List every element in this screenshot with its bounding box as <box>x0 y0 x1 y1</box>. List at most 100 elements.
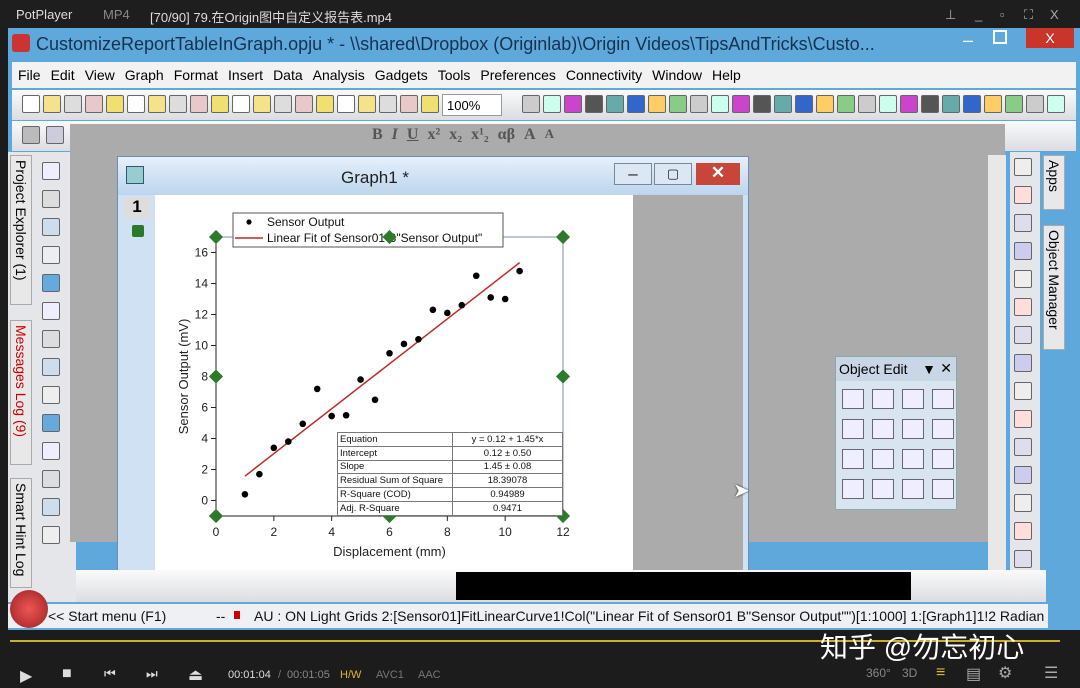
minimize-button[interactable]: – <box>614 163 652 185</box>
toolbar-button-icon[interactable] <box>1014 466 1032 484</box>
italic-button[interactable]: I <box>392 126 398 144</box>
menu-analysis[interactable]: Analysis <box>313 67 365 83</box>
toolbar-button-icon[interactable] <box>648 95 666 113</box>
plot-svg[interactable]: 0 2 4 6 8 10 12 0 2 4 6 8 10 12 14 16 Displacement (mm) S… <box>155 195 633 570</box>
toolbar-button-icon[interactable] <box>211 95 229 113</box>
toolbar-button-icon[interactable] <box>1014 158 1032 176</box>
align-button-icon[interactable] <box>842 389 864 409</box>
bold-button[interactable]: B <box>372 126 383 144</box>
restore-button[interactable]: ▢ <box>654 163 692 185</box>
menu-format[interactable]: Format <box>174 67 218 83</box>
toolbar-button-icon[interactable] <box>963 95 981 113</box>
toolbar-button-icon[interactable] <box>46 126 64 144</box>
decrease-font-button[interactable]: A <box>545 126 554 144</box>
eject-button[interactable]: ⏏ <box>188 665 203 685</box>
toolbar-button-icon[interactable] <box>400 95 418 113</box>
toolbar-button-icon[interactable] <box>564 95 582 113</box>
toolbar-button-icon[interactable] <box>127 95 145 113</box>
360-icon[interactable]: 360° <box>866 666 891 680</box>
align-button-icon[interactable] <box>872 479 894 499</box>
toolbar-button-icon[interactable] <box>1026 95 1044 113</box>
toolbar-button-icon[interactable] <box>148 95 166 113</box>
previous-button[interactable]: ⏮ <box>104 666 116 682</box>
data-point[interactable] <box>256 470 263 478</box>
toolbar-button-icon[interactable] <box>1014 410 1032 428</box>
data-point[interactable] <box>241 491 249 498</box>
data-point[interactable] <box>415 336 422 343</box>
toolbar-button-icon[interactable] <box>690 95 708 113</box>
playlist-search-icon[interactable]: ≡ <box>936 664 945 682</box>
toolbar-button-icon[interactable] <box>316 95 334 113</box>
align-button-icon[interactable] <box>902 479 924 499</box>
toolbar-button-icon[interactable] <box>253 95 271 113</box>
3d-icon[interactable]: 3D <box>902 666 917 680</box>
toolbar-button-icon[interactable] <box>1047 95 1065 113</box>
toolbar-button-icon[interactable] <box>606 95 624 113</box>
toolbar-button-icon[interactable] <box>42 442 60 460</box>
menu-tools[interactable]: Tools <box>438 67 471 83</box>
toolbar-button-icon[interactable] <box>543 95 561 113</box>
toolbar-button-icon[interactable] <box>64 95 82 113</box>
tab-apps[interactable]: Apps <box>1043 155 1065 210</box>
fullscreen-icon[interactable]: ⛶ <box>1024 7 1033 23</box>
toolbar-button-icon[interactable] <box>1014 214 1032 232</box>
toolbar-button-icon[interactable] <box>795 95 813 113</box>
menu-connectivity[interactable]: Connectivity <box>566 67 642 83</box>
menu-help[interactable]: Help <box>712 67 741 83</box>
selection-handle[interactable] <box>208 369 224 384</box>
toolbar-button-icon[interactable] <box>774 95 792 113</box>
toolbar-button-icon[interactable] <box>274 95 292 113</box>
data-point[interactable] <box>501 295 509 303</box>
data-point[interactable] <box>299 420 307 428</box>
toolbar-button-icon[interactable] <box>858 95 876 113</box>
underline-button[interactable]: U <box>407 126 419 144</box>
menu-graph[interactable]: Graph <box>125 67 164 83</box>
toolbar-button-icon[interactable] <box>42 414 60 432</box>
data-point[interactable] <box>386 349 393 357</box>
toolbar-button-icon[interactable] <box>1014 382 1032 400</box>
dropdown-icon[interactable]: ▼ <box>922 361 936 377</box>
toolbar-button-icon[interactable] <box>42 302 60 320</box>
toolbar-button-icon[interactable] <box>42 190 60 208</box>
data-point[interactable] <box>284 438 292 445</box>
data-point[interactable] <box>516 267 523 275</box>
data-point[interactable] <box>429 306 437 314</box>
toolbar-button-icon[interactable] <box>753 95 771 113</box>
toolbar-button-icon[interactable] <box>711 95 729 113</box>
toolbar-button-icon[interactable] <box>669 95 687 113</box>
menu-view[interactable]: View <box>85 67 115 83</box>
align-button-icon[interactable] <box>872 449 894 469</box>
toolbar-button-icon[interactable] <box>42 526 60 544</box>
menu-window[interactable]: Window <box>652 67 702 83</box>
close-button[interactable]: X <box>1026 28 1074 48</box>
data-point[interactable] <box>444 309 451 317</box>
next-button[interactable]: ⏭ <box>146 666 158 682</box>
toolbar-button-icon[interactable] <box>379 95 397 113</box>
badge-hw[interactable]: H/W <box>340 669 361 681</box>
close-icon[interactable]: X <box>1050 7 1059 22</box>
play-button[interactable]: ▶ <box>20 666 32 686</box>
align-button-icon[interactable] <box>932 389 954 409</box>
zoom-select[interactable]: 100% <box>442 94 502 116</box>
layer-indicator[interactable]: 1 <box>124 197 150 219</box>
toolbar-button-icon[interactable] <box>1014 186 1032 204</box>
toolbar-button-icon[interactable] <box>837 95 855 113</box>
lock-icon[interactable] <box>132 225 144 237</box>
toolbar-button-icon[interactable] <box>585 95 603 113</box>
toolbar-button-icon[interactable] <box>42 162 60 180</box>
toolbar-button-icon[interactable] <box>942 95 960 113</box>
menu-data[interactable]: Data <box>273 67 303 83</box>
tab-smart-hint-log[interactable]: Smart Hint Log <box>10 478 32 588</box>
toolbar-button-icon[interactable] <box>169 95 187 113</box>
menu-insert[interactable]: Insert <box>228 67 263 83</box>
menu-file[interactable]: File <box>18 67 41 83</box>
minimize-icon[interactable]: _ <box>975 7 982 22</box>
toolbar-button-icon[interactable] <box>42 274 60 292</box>
data-point[interactable] <box>342 411 350 419</box>
selection-handle[interactable] <box>555 369 571 384</box>
toolbar-button-icon[interactable] <box>921 95 939 113</box>
data-point[interactable] <box>400 340 408 348</box>
toolbar-button-icon[interactable] <box>43 95 61 113</box>
toolbar-button-icon[interactable] <box>42 246 60 264</box>
superscript-button[interactable]: x² <box>427 126 440 144</box>
